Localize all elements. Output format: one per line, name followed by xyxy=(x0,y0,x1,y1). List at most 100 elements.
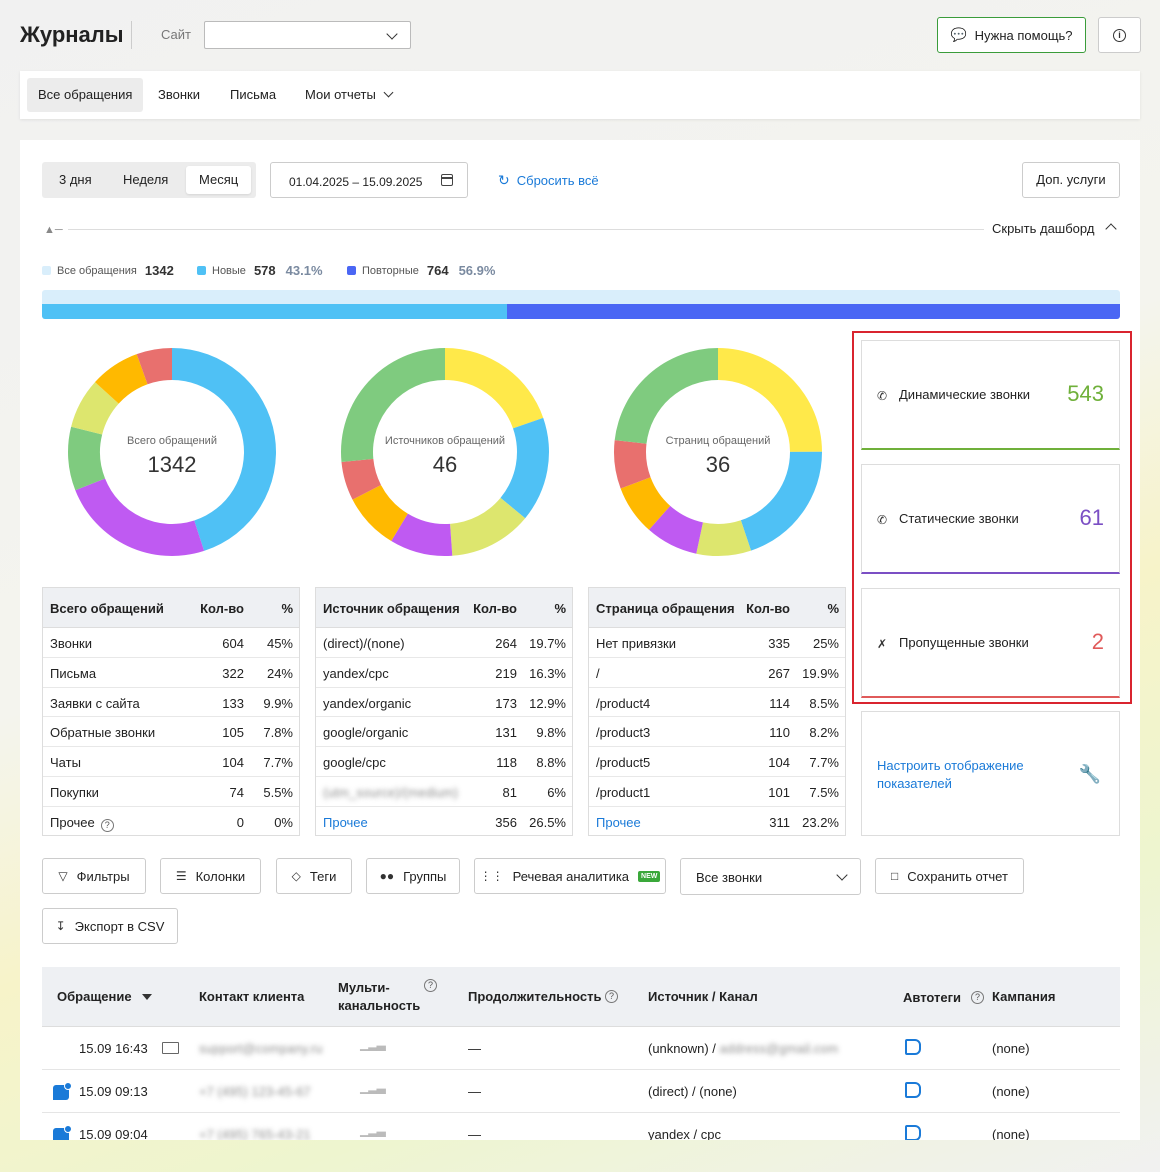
other-sources-link[interactable]: Прочее xyxy=(323,815,368,830)
date-range-picker[interactable]: 01.04.2025 – 15.09.2025 xyxy=(270,162,468,198)
row-count: 264 xyxy=(495,636,517,651)
other-pages-link[interactable]: Прочее xyxy=(596,815,641,830)
requests-table-header: Обращение Контакт клиента Мульти- каналь… xyxy=(42,967,1120,1027)
wrench-icon[interactable]: 🔧 xyxy=(1079,764,1101,785)
column-header: Кол-во xyxy=(473,601,517,616)
period-week[interactable]: Неделя xyxy=(110,166,181,194)
column-request[interactable]: Обращение xyxy=(57,989,153,1004)
filters-button[interactable]: ▽ Фильтры xyxy=(42,858,146,894)
table-row: yandex/cpc 219 16.3% xyxy=(316,658,572,688)
donut-segment[interactable] xyxy=(172,348,277,551)
dashboard-divider xyxy=(68,229,984,230)
row-count: 604 xyxy=(222,636,244,651)
help-icon[interactable]: ? xyxy=(424,979,437,992)
column-source[interactable]: Источник / Канал xyxy=(648,989,758,1004)
bookmark-icon: □ xyxy=(891,869,899,883)
period-month[interactable]: Месяц xyxy=(186,166,252,194)
table-row: yandex/organic 173 12.9% xyxy=(316,688,572,718)
column-autotags[interactable]: Автотеги xyxy=(903,990,961,1005)
tag-icon[interactable] xyxy=(905,1125,921,1140)
tag-icon[interactable] xyxy=(905,1082,921,1098)
calls-type-select[interactable]: Все звонки xyxy=(680,858,861,895)
configure-metrics-link[interactable]: Настроить отображение показателей xyxy=(877,757,1057,793)
row-label: Нет привязки xyxy=(596,636,676,651)
legend-new-pct: 43.1% xyxy=(285,263,323,278)
kpi-highlight-frame xyxy=(852,331,1132,704)
reset-all-link[interactable]: ↻ Сбросить всё xyxy=(498,172,599,189)
users-icon: ●● xyxy=(379,869,395,883)
column-campaign[interactable]: Кампания xyxy=(992,989,1055,1004)
row-source: (direct) / (none) xyxy=(648,1084,737,1099)
hide-dashboard-link[interactable]: Скрыть дашборд xyxy=(992,221,1094,236)
columns-button[interactable]: ☰ Колонки xyxy=(160,858,261,894)
column-header: % xyxy=(281,601,293,616)
tag-icon[interactable] xyxy=(905,1039,921,1055)
legend-repeat-pct: 56.9% xyxy=(458,263,496,278)
row-pct: 9.9% xyxy=(263,695,293,711)
requests-table: Обращение Контакт клиента Мульти- каналь… xyxy=(42,967,1120,1140)
row-pct: 8.2% xyxy=(809,725,839,741)
table-row: Заявки с сайта 133 9.9% xyxy=(43,688,299,718)
tab-my-reports-label: Мои отчеты xyxy=(305,87,376,102)
tab-all-requests[interactable]: Все обращения xyxy=(27,78,144,112)
chat-icon xyxy=(53,1082,72,1100)
save-report-button[interactable]: □ Сохранить отчет xyxy=(875,858,1024,894)
legend-all: Все обращения 1342 xyxy=(42,263,174,278)
help-icon[interactable]: ? xyxy=(605,990,618,1003)
row-label: /product3 xyxy=(596,725,651,741)
row-pct: 8.8% xyxy=(536,755,566,771)
extra-services-button[interactable]: Доп. услуги xyxy=(1022,162,1120,198)
column-multichannel-1[interactable]: Мульти- xyxy=(338,980,390,995)
row-label-other: Прочее? xyxy=(50,815,114,832)
table-row: Звонки 604 45% xyxy=(43,628,299,658)
tab-my-reports[interactable]: Мои отчеты xyxy=(294,78,403,112)
table-row[interactable]: 15.09 09:13 +7 (495) 123-45-67 ▁▂▃ — (di… xyxy=(42,1070,1120,1113)
row-duration: — xyxy=(468,1041,481,1056)
funnel-icon: ▽ xyxy=(58,869,68,883)
help-button[interactable]: 💬 Нужна помощь? xyxy=(937,17,1086,53)
help-icon[interactable]: ? xyxy=(100,818,114,832)
donut-segment[interactable] xyxy=(75,478,205,556)
row-label: Письма xyxy=(50,665,97,681)
tags-label: Теги xyxy=(309,868,337,884)
speech-analytics-button[interactable]: ⋮⋮ Речевая аналитика NEW xyxy=(474,858,666,894)
legend-new-value: 578 xyxy=(253,263,276,278)
tab-calls[interactable]: Звонки xyxy=(147,78,211,112)
row-label: google/cpc xyxy=(323,755,386,771)
column-request-label: Обращение xyxy=(57,989,132,1004)
row-pct: 0% xyxy=(274,814,293,830)
column-header: Всего обращений xyxy=(50,601,164,616)
tab-emails[interactable]: Письма xyxy=(219,78,287,112)
row-date: 15.09 16:43 xyxy=(79,1041,148,1056)
column-header: Кол-во xyxy=(746,601,790,616)
row-pct: 7.7% xyxy=(263,755,293,771)
site-select[interactable] xyxy=(204,21,411,49)
export-csv-button[interactable]: ↧ Экспорт в CSV xyxy=(42,908,178,944)
row-pct: 6% xyxy=(547,784,566,800)
info-button[interactable]: i xyxy=(1098,17,1141,53)
row-pct: 45% xyxy=(266,636,293,651)
groups-button[interactable]: ●● Группы xyxy=(366,858,460,894)
row-duration: — xyxy=(468,1084,481,1099)
column-contact[interactable]: Контакт клиента xyxy=(199,989,304,1004)
table-row: Чаты 104 7.7% xyxy=(43,747,299,777)
row-pct: 24% xyxy=(266,665,293,681)
help-icon[interactable]: ? xyxy=(971,991,984,1004)
table-row[interactable]: 15.09 09:04 +7 (495) 765-43-21 ▁▂▃ — yan… xyxy=(42,1113,1120,1140)
column-duration[interactable]: Продолжительность xyxy=(468,989,601,1004)
row-count: 101 xyxy=(768,784,790,800)
donut-segment[interactable] xyxy=(614,348,718,444)
row-label: google/organic xyxy=(323,725,409,741)
table-header: Источник обращения Кол-во % xyxy=(316,588,572,628)
row-count: 105 xyxy=(222,725,244,741)
sort-down-icon xyxy=(142,994,153,1000)
tags-button[interactable]: ◇ Теги xyxy=(276,858,352,894)
period-3-days[interactable]: 3 дня xyxy=(46,166,105,194)
row-label: Заявки с сайта xyxy=(50,695,140,711)
table-row[interactable]: 15.09 16:43 support@company.ru ▁▂▃ — (un… xyxy=(42,1027,1120,1070)
donut-segment[interactable] xyxy=(445,348,544,429)
table-header: Всего обращений Кол-во % xyxy=(43,588,299,628)
row-count: 219 xyxy=(495,665,517,681)
column-multichannel-2[interactable]: канальность xyxy=(338,998,420,1013)
donut-label: Источников обращений xyxy=(384,435,506,447)
